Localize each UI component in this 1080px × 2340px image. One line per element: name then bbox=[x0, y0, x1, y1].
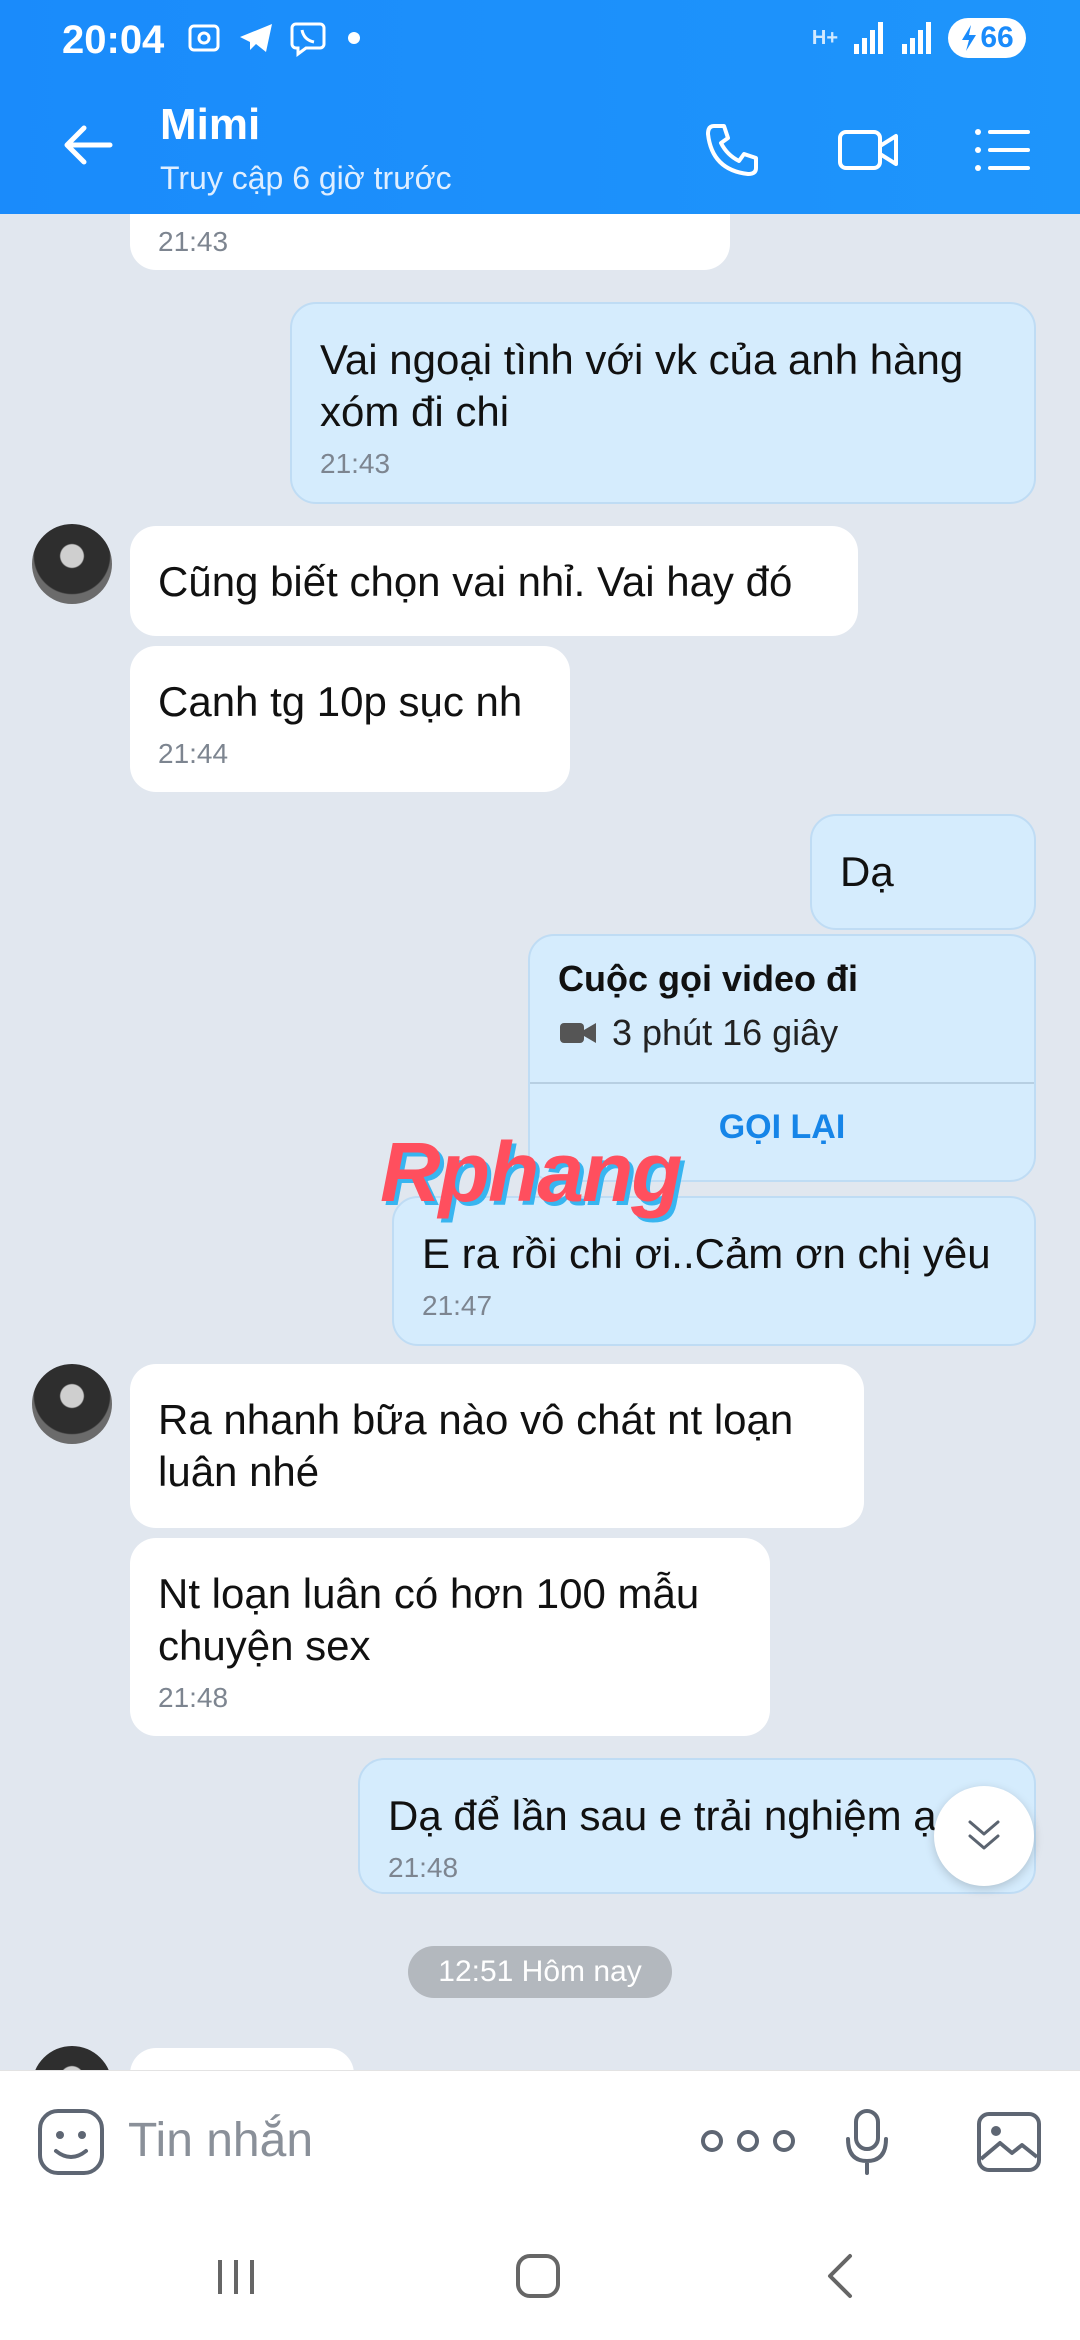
date-separator-label: 12:51 Hôm nay bbox=[438, 1955, 642, 1988]
call-duration: 3 phút 16 giây bbox=[612, 1012, 839, 1053]
date-separator: 12:51 Hôm nay bbox=[408, 1946, 672, 1998]
call-title: Cuộc gọi video đi bbox=[558, 958, 859, 999]
watermark-logo: Rphang bbox=[380, 1125, 683, 1219]
telegram-icon bbox=[240, 24, 272, 52]
message-text: Dạ để lần sau e trải nghiệm ạ bbox=[388, 1792, 937, 1839]
call-duration-row: 3 phút 16 giây bbox=[558, 1012, 838, 1054]
message-bubble-incoming[interactable]: Nt loạn luân có hơn 100 mẫu chuyện sex 2… bbox=[130, 1538, 770, 1736]
last-seen-status: Truy cập 6 giờ trước bbox=[160, 160, 452, 196]
notification-dot-icon bbox=[348, 32, 360, 44]
message-composer: Tin nhắn bbox=[0, 2070, 1080, 2211]
sticker-icon[interactable] bbox=[36, 2107, 106, 2177]
message-input[interactable]: Tin nhắn bbox=[128, 2113, 313, 2168]
video-call-icon[interactable] bbox=[836, 118, 900, 182]
contact-avatar[interactable] bbox=[32, 1364, 112, 1444]
recent-apps-icon[interactable] bbox=[206, 2246, 266, 2306]
message-bubble-incoming[interactable]: Cũng biết chọn vai nhỉ. Vai hay đó bbox=[130, 526, 858, 636]
status-notification-icons bbox=[184, 18, 360, 58]
viber-icon bbox=[290, 22, 326, 57]
battery-level: 66 bbox=[980, 21, 1014, 54]
message-time: 21:48 bbox=[388, 1852, 459, 1883]
message-text: Cũng biết chọn vai nhỉ. Vai hay đó bbox=[158, 558, 793, 605]
screenshot-icon bbox=[188, 24, 220, 52]
message-bubble-incoming[interactable]: Canh tg 10p sục nh 21:44 bbox=[130, 646, 570, 792]
message-time: 21:44 bbox=[158, 738, 229, 769]
message-bubble-outgoing[interactable]: Vai ngoại tình với vk của anh hàng xóm đ… bbox=[290, 302, 1036, 504]
charging-icon bbox=[962, 25, 977, 51]
system-navigation-bar bbox=[0, 2210, 1080, 2340]
message-bubble-outgoing[interactable]: Dạ bbox=[810, 814, 1036, 930]
phone-icon[interactable] bbox=[700, 118, 764, 182]
message-time: 21:43 bbox=[320, 448, 391, 479]
divider bbox=[530, 1082, 1034, 1084]
back-arrow-icon[interactable] bbox=[58, 120, 118, 170]
image-gallery-icon[interactable] bbox=[976, 2111, 1042, 2173]
message-bubble-incoming[interactable] bbox=[130, 2048, 354, 2070]
scroll-to-bottom-button[interactable] bbox=[934, 1786, 1034, 1886]
more-options-icon[interactable] bbox=[690, 2121, 810, 2161]
message-text: E ra rồi chi ơi..Cảm ơn chị yêu bbox=[422, 1230, 991, 1277]
contact-avatar[interactable] bbox=[32, 2046, 112, 2070]
message-text: Nt loạn luân có hơn 100 mẫu chuyện sex bbox=[158, 1570, 700, 1669]
signal-icon bbox=[854, 22, 883, 54]
status-time: 20:04 bbox=[62, 18, 165, 62]
status-system-icons: H+ 66 bbox=[812, 18, 1026, 58]
contact-name[interactable]: Mimi bbox=[160, 100, 260, 150]
video-camera-icon bbox=[560, 1023, 596, 1043]
message-text: Dạ bbox=[840, 848, 894, 895]
menu-list-icon[interactable] bbox=[970, 118, 1034, 182]
message-time: 21:48 bbox=[158, 1682, 229, 1713]
signal-icon bbox=[902, 22, 931, 54]
home-icon[interactable] bbox=[508, 2246, 568, 2306]
battery-indicator: 66 bbox=[948, 18, 1026, 58]
app-header: 20:04 H+ 66 Mimi Truy cập 6 giờ trước bbox=[0, 0, 1080, 214]
back-nav-icon[interactable] bbox=[812, 2246, 872, 2306]
double-chevron-down-icon bbox=[968, 1820, 1000, 1850]
message-text: Ra nhanh bữa nào vô chát nt loạn luân nh… bbox=[158, 1396, 794, 1495]
message-bubble-incoming[interactable]: Ra nhanh bữa nào vô chát nt loạn luân nh… bbox=[130, 1364, 864, 1528]
message-list[interactable]: 21:43 Vai ngoại tình với vk của anh hàng… bbox=[0, 214, 1080, 2070]
network-type: H+ bbox=[811, 27, 838, 49]
contact-avatar[interactable] bbox=[32, 524, 112, 604]
message-time: 21:47 bbox=[422, 1290, 493, 1321]
microphone-icon[interactable] bbox=[842, 2107, 892, 2177]
message-bubble-incoming[interactable]: 21:43 bbox=[130, 214, 730, 270]
message-text: Vai ngoại tình với vk của anh hàng xóm đ… bbox=[320, 336, 964, 435]
message-text: Canh tg 10p sục nh bbox=[158, 678, 523, 725]
message-time: 21:43 bbox=[158, 226, 229, 257]
